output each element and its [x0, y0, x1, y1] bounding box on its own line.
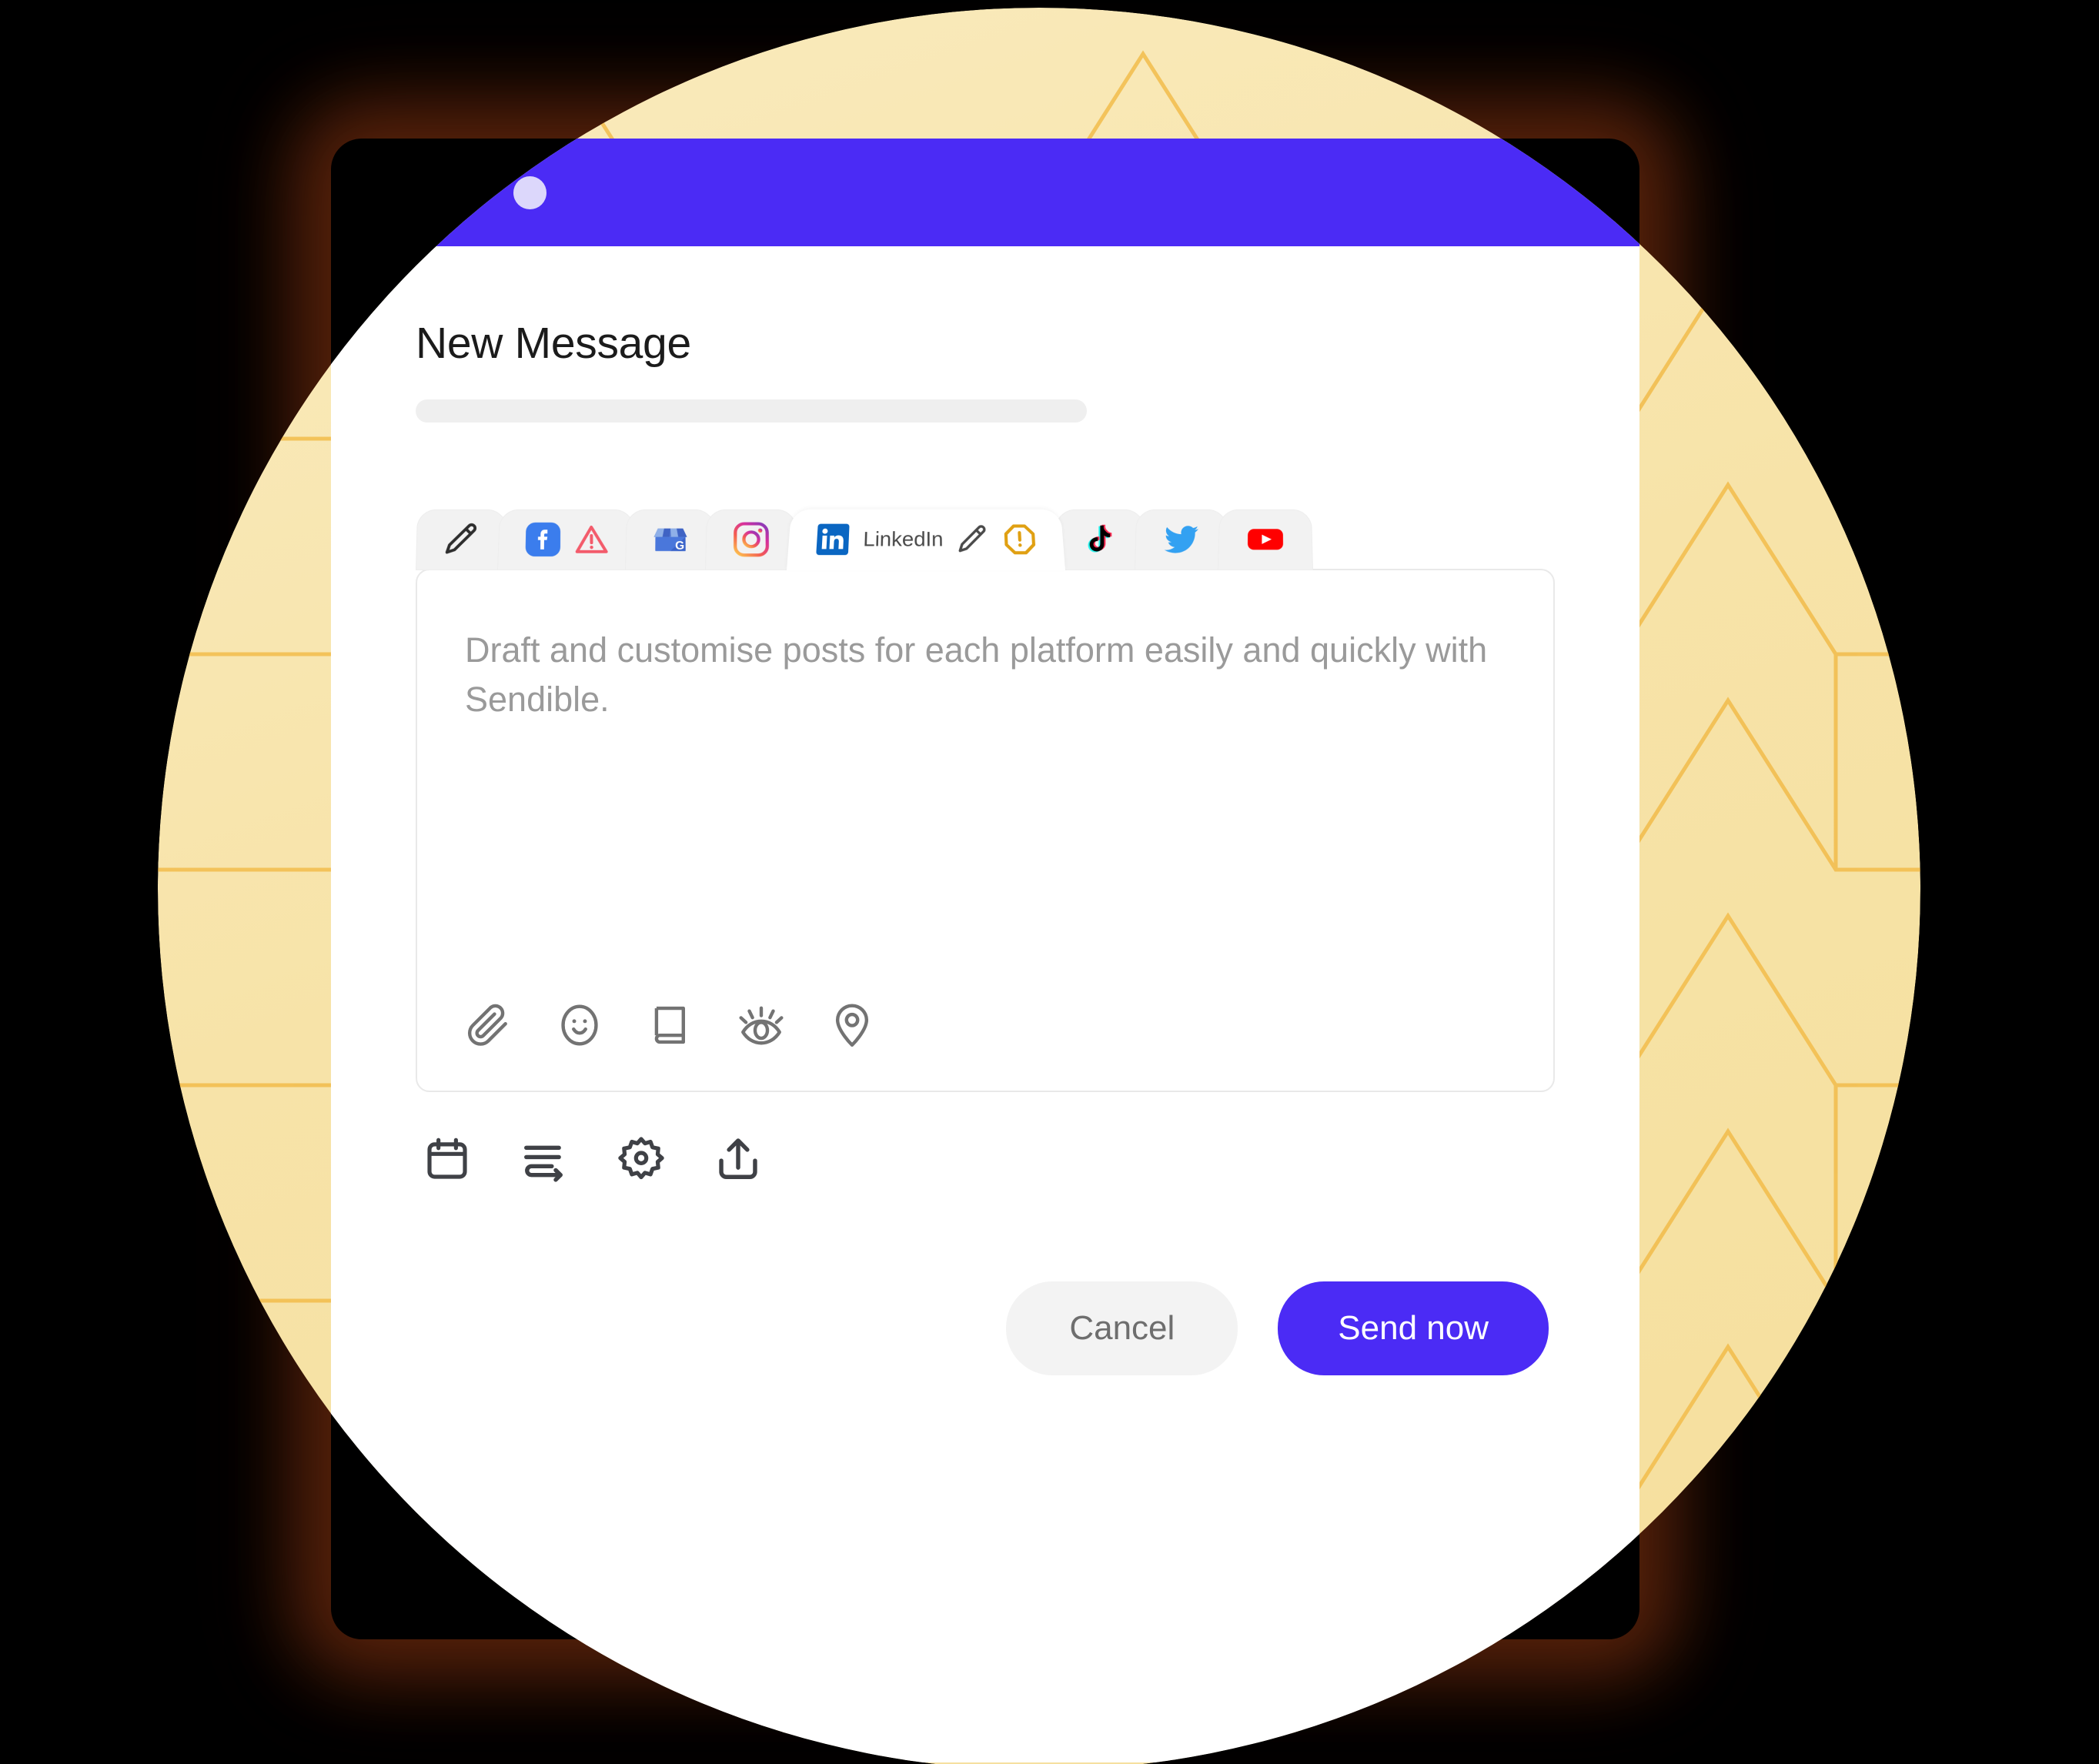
tab-compose[interactable]: [416, 509, 508, 570]
upload-icon[interactable]: [714, 1135, 762, 1183]
screenshot-stage: New Message G LinkedIn Draft and customi…: [0, 0, 2099, 1764]
page-title: New Message: [416, 319, 691, 368]
new-message-window: New Message G LinkedIn Draft and customi…: [331, 139, 1639, 1762]
window-dot-maximize[interactable]: [513, 175, 546, 209]
facebook-icon: [525, 522, 561, 557]
tab-google-business[interactable]: G: [625, 509, 716, 570]
tab-instagram[interactable]: [705, 509, 797, 570]
location-icon[interactable]: [828, 1001, 876, 1049]
cancel-button[interactable]: Cancel: [1006, 1281, 1238, 1375]
youtube-icon: [1247, 529, 1283, 550]
composer-panel: Draft and customise posts for each platf…: [416, 569, 1555, 1092]
composer-toolbar: [465, 1001, 1506, 1049]
send-now-button[interactable]: Send now: [1278, 1281, 1549, 1375]
google-business-icon: G: [653, 528, 687, 553]
message-actions: [416, 1135, 1555, 1183]
queue-icon[interactable]: [520, 1135, 568, 1183]
window-body: New Message G LinkedIn Draft and customi…: [331, 318, 1639, 1375]
footer-actions: Cancel Send now: [416, 1281, 1555, 1375]
tab-twitter[interactable]: [1134, 509, 1228, 570]
tab-youtube[interactable]: [1217, 509, 1313, 570]
linkedin-icon: [816, 523, 850, 556]
recipient-placeholder-bar[interactable]: [416, 399, 1087, 423]
tab-facebook[interactable]: [497, 509, 636, 570]
window-titlebar: [331, 139, 1639, 246]
tab-linkedin[interactable]: LinkedIn: [787, 509, 1065, 570]
tiktok-icon: [1088, 524, 1112, 553]
warning-triangle-icon: [574, 523, 610, 556]
svg-text:G: G: [675, 540, 684, 553]
attachment-icon[interactable]: [465, 1001, 513, 1049]
emoji-icon[interactable]: [556, 1001, 603, 1049]
warning-octagon-icon: [1001, 523, 1038, 556]
library-icon[interactable]: [647, 1001, 694, 1049]
pencil-icon[interactable]: [955, 523, 991, 556]
window-dot-minimize[interactable]: [451, 175, 484, 209]
preview-icon[interactable]: [737, 1001, 785, 1049]
calendar-icon[interactable]: [423, 1135, 471, 1183]
pencil-icon: [442, 520, 482, 559]
platform-tabs: G LinkedIn: [416, 507, 1555, 570]
decorative-circle: New Message G LinkedIn Draft and customi…: [158, 8, 1920, 1764]
twitter-icon: [1164, 526, 1199, 553]
window-dot-close[interactable]: [389, 175, 422, 209]
instagram-icon: [731, 520, 771, 559]
settings-icon[interactable]: [617, 1135, 665, 1183]
composer-textarea-placeholder[interactable]: Draft and customise posts for each platf…: [465, 626, 1506, 724]
tab-tiktok[interactable]: [1054, 509, 1145, 570]
tab-linkedin-label: LinkedIn: [862, 527, 944, 551]
